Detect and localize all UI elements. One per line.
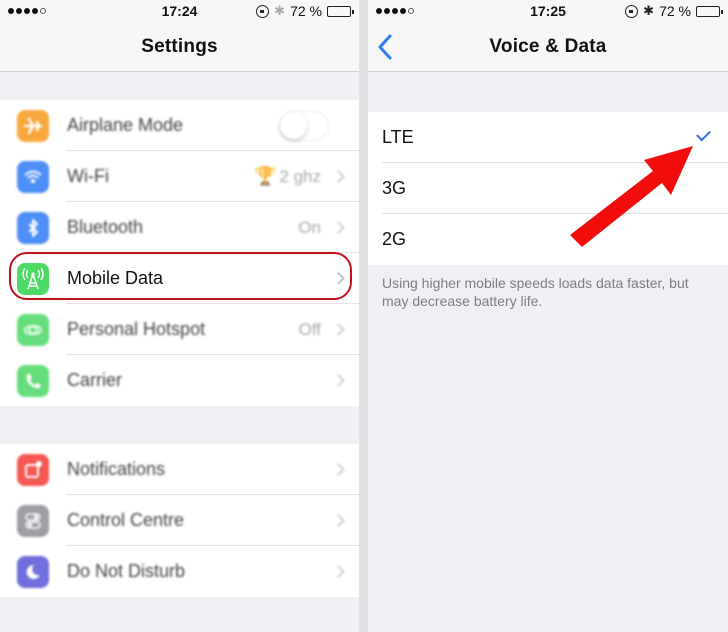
hotspot-icon [17, 313, 49, 346]
status-bar: 17:25 ✱ 72 % [368, 0, 728, 22]
settings-item-do-not-disturb[interactable]: Do Not Disturb [0, 546, 359, 597]
option-label: 2G [382, 229, 407, 249]
chevron-right-icon [332, 565, 345, 578]
battery-percent: 72 % [290, 3, 322, 19]
network-options-list: LTE 3G 2G [368, 112, 728, 265]
phone-icon [17, 364, 49, 397]
nav-bar: Voice & Data [368, 22, 728, 72]
settings-item-mobile-data[interactable]: Mobile Data [0, 253, 359, 304]
bluetooth-status-icon: ✱ [274, 3, 286, 18]
status-bar: 17:24 ✱ 72 % [0, 0, 359, 22]
settings-item-label: Wi-Fi [67, 166, 109, 186]
settings-item-personal-hotspot[interactable]: Personal Hotspot Off [0, 304, 359, 355]
chevron-right-icon [332, 323, 345, 336]
screenshot-divider [359, 0, 368, 632]
personal-hotspot-value: Off [298, 319, 321, 339]
settings-item-label: Mobile Data [67, 268, 164, 288]
airplane-icon [17, 109, 49, 142]
antenna-icon [17, 262, 49, 295]
chevron-right-icon [332, 463, 345, 476]
chevron-right-icon [332, 374, 345, 387]
settings-group-system: Notifications Control Centre Do Not Dist… [0, 444, 359, 597]
checkmark-icon [696, 126, 711, 142]
settings-item-airplane-mode[interactable]: Airplane Mode [0, 100, 359, 151]
settings-item-label: Personal Hotspot [67, 319, 206, 339]
chevron-right-icon [332, 221, 345, 234]
battery-percent: 72 % [659, 3, 691, 19]
option-2g[interactable]: 2G [368, 214, 728, 265]
chevron-right-icon [332, 514, 345, 527]
trophy-icon: 🏆 [253, 166, 277, 186]
settings-group-connectivity: Airplane Mode Wi-Fi 🏆 2 ghz Bluetooth On [0, 100, 359, 406]
chevron-right-icon [332, 170, 345, 183]
battery-icon [327, 5, 354, 17]
page-title: Settings [141, 36, 218, 57]
settings-item-control-centre[interactable]: Control Centre [0, 495, 359, 546]
settings-item-notifications[interactable]: Notifications [0, 444, 359, 495]
option-label: 3G [382, 178, 407, 198]
bluetooth-icon [17, 211, 49, 244]
rotation-lock-icon [256, 4, 270, 18]
option-label: LTE [382, 127, 414, 147]
option-3g[interactable]: 3G [368, 163, 728, 214]
battery-icon [696, 5, 723, 17]
settings-item-label: Control Centre [67, 510, 185, 530]
voice-data-screen: 17:25 ✱ 72 % Voice & Data LTE 3G 2G Usin… [368, 0, 728, 632]
wifi-icon [17, 160, 49, 193]
wifi-network-value: 2 ghz [279, 166, 321, 186]
rotation-lock-icon [625, 4, 639, 18]
settings-screen: 17:24 ✱ 72 % Settings Airplane Mode Wi-F… [0, 0, 359, 632]
page-title: Voice & Data [489, 36, 607, 57]
chevron-right-icon [332, 272, 345, 285]
airplane-mode-toggle[interactable] [279, 110, 329, 141]
notifications-icon [17, 453, 49, 486]
moon-icon [17, 555, 49, 588]
control-centre-icon [17, 504, 49, 537]
settings-item-carrier[interactable]: Carrier [0, 355, 359, 406]
option-lte[interactable]: LTE [368, 112, 728, 163]
settings-item-label: Airplane Mode [67, 115, 184, 135]
settings-item-wifi[interactable]: Wi-Fi 🏆 2 ghz [0, 151, 359, 202]
settings-item-bluetooth[interactable]: Bluetooth On [0, 202, 359, 253]
bluetooth-status-icon: ✱ [643, 3, 655, 18]
settings-item-label: Do Not Disturb [67, 561, 186, 581]
nav-bar: Settings [0, 22, 359, 72]
settings-item-label: Bluetooth [67, 217, 144, 237]
settings-item-label: Notifications [67, 459, 166, 479]
section-footer-note: Using higher mobile speeds loads data fa… [382, 275, 689, 309]
bluetooth-value: On [298, 217, 321, 237]
settings-item-label: Carrier [67, 370, 123, 390]
